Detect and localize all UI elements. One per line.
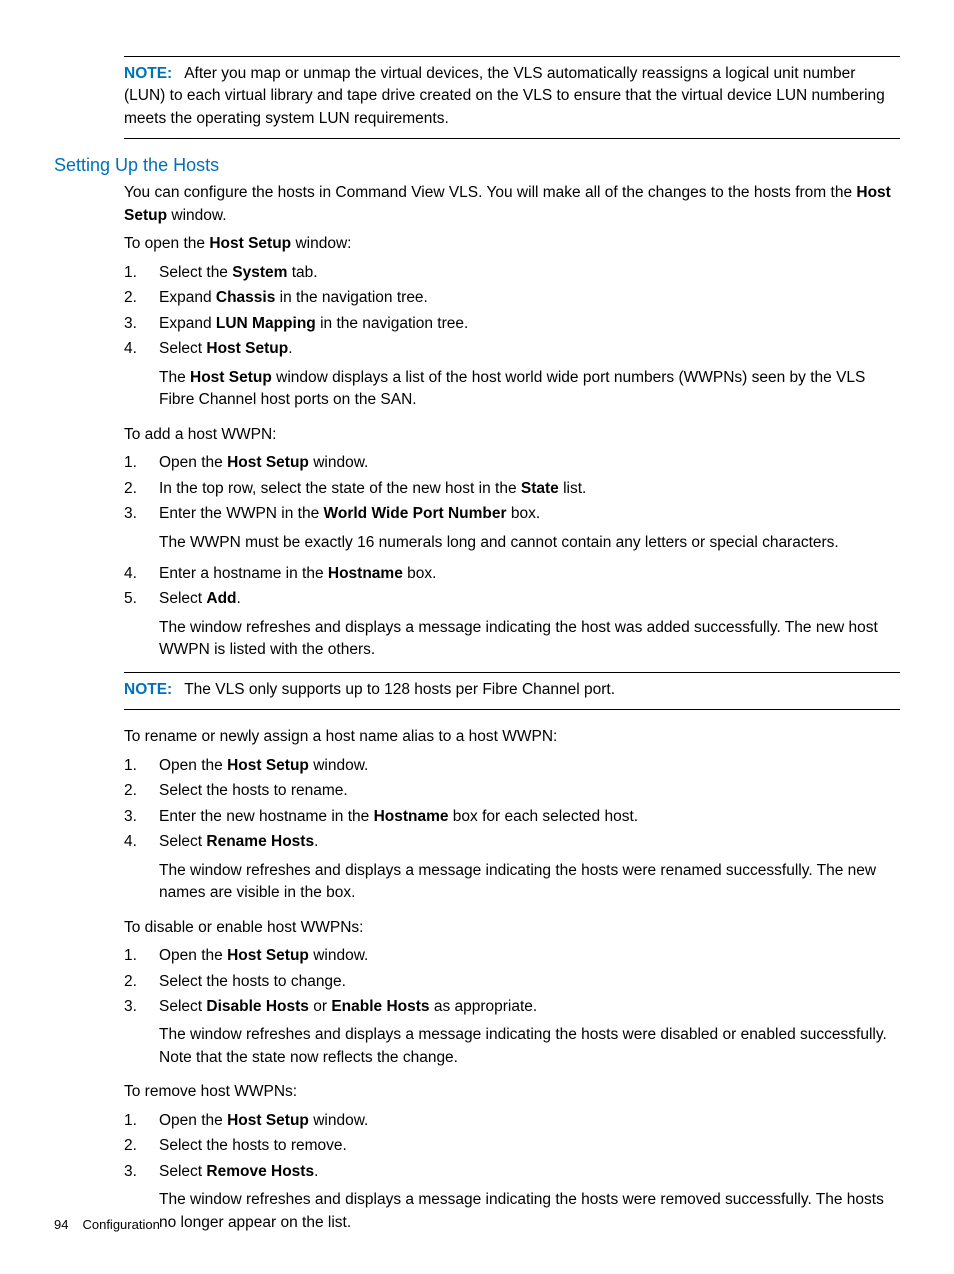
step-number: 3.: [124, 313, 159, 335]
remove-intro: To remove host WWPNs:: [124, 1081, 900, 1103]
step-sub-text: The window refreshes and displays a mess…: [159, 1024, 900, 1069]
step-number: 1.: [124, 452, 159, 474]
list-item: 5.Select Add.The window refreshes and di…: [124, 588, 900, 667]
step-sub-text: The window refreshes and displays a mess…: [159, 860, 900, 905]
step-body: Select the hosts to change.: [159, 971, 900, 993]
open-window-steps: 1.Select the System tab.2.Expand Chassis…: [124, 262, 900, 418]
list-item: 3.Expand LUN Mapping in the navigation t…: [124, 313, 900, 335]
remove-steps: 1.Open the Host Setup window.2.Select th…: [124, 1110, 900, 1240]
step-number: 4.: [124, 338, 159, 417]
list-item: 2.Select the hosts to remove.: [124, 1135, 900, 1157]
step-body: Select the System tab.: [159, 262, 900, 284]
step-body: Enter the WWPN in the World Wide Port Nu…: [159, 503, 900, 560]
step-number: 1.: [124, 1110, 159, 1132]
note-label: NOTE:: [124, 65, 184, 82]
step-sub-text: The window refreshes and displays a mess…: [159, 617, 900, 662]
step-number: 2.: [124, 478, 159, 500]
note-box-1: NOTE:After you map or unmap the virtual …: [124, 56, 900, 139]
step-body: Open the Host Setup window.: [159, 1110, 900, 1132]
rename-intro: To rename or newly assign a host name al…: [124, 726, 900, 748]
step-body: Select Add.The window refreshes and disp…: [159, 588, 900, 667]
list-item: 3.Select Remove Hosts.The window refresh…: [124, 1161, 900, 1240]
document-page: NOTE:After you map or unmap the virtual …: [0, 0, 954, 1274]
step-body: Open the Host Setup window.: [159, 945, 900, 967]
list-item: 4.Select Host Setup.The Host Setup windo…: [124, 338, 900, 417]
list-item: 3.Enter the new hostname in the Hostname…: [124, 806, 900, 828]
note-text: After you map or unmap the virtual devic…: [124, 65, 885, 127]
step-number: 4.: [124, 831, 159, 910]
disable-intro: To disable or enable host WWPNs:: [124, 917, 900, 939]
step-number: 1.: [124, 945, 159, 967]
note-label: NOTE:: [124, 681, 184, 698]
page-footer: 94 Configuration: [54, 1217, 160, 1232]
step-body: Select Disable Hosts or Enable Hosts as …: [159, 996, 900, 1075]
list-item: 1.Select the System tab.: [124, 262, 900, 284]
footer-section: Configuration: [82, 1217, 159, 1232]
step-number: 1.: [124, 755, 159, 777]
step-body: Enter a hostname in the Hostname box.: [159, 563, 900, 585]
step-body: Select the hosts to rename.: [159, 780, 900, 802]
list-item: 1.Open the Host Setup window.: [124, 452, 900, 474]
step-sub-text: The Host Setup window displays a list of…: [159, 367, 900, 412]
step-number: 3.: [124, 806, 159, 828]
step-number: 2.: [124, 287, 159, 309]
step-body: In the top row, select the state of the …: [159, 478, 900, 500]
list-item: 2.In the top row, select the state of th…: [124, 478, 900, 500]
step-body: Select Remove Hosts.The window refreshes…: [159, 1161, 900, 1240]
add-host-steps: 1.Open the Host Setup window.2.In the to…: [124, 452, 900, 668]
step-number: 5.: [124, 588, 159, 667]
step-number: 3.: [124, 996, 159, 1075]
step-body: Open the Host Setup window.: [159, 452, 900, 474]
note-text: The VLS only supports up to 128 hosts pe…: [184, 681, 615, 698]
list-item: 4.Enter a hostname in the Hostname box.: [124, 563, 900, 585]
list-item: 1.Open the Host Setup window.: [124, 755, 900, 777]
list-item: 1.Open the Host Setup window.: [124, 945, 900, 967]
section-heading: Setting Up the Hosts: [54, 155, 900, 176]
list-item: 2.Expand Chassis in the navigation tree.: [124, 287, 900, 309]
step-number: 4.: [124, 563, 159, 585]
rename-steps: 1.Open the Host Setup window.2.Select th…: [124, 755, 900, 911]
step-number: 1.: [124, 262, 159, 284]
note-box-2: NOTE:The VLS only supports up to 128 hos…: [124, 672, 900, 710]
disable-steps: 1.Open the Host Setup window.2.Select th…: [124, 945, 900, 1075]
list-item: 2.Select the hosts to change.: [124, 971, 900, 993]
list-item: 2.Select the hosts to rename.: [124, 780, 900, 802]
content-area: NOTE:After you map or unmap the virtual …: [124, 56, 900, 1240]
step-number: 3.: [124, 503, 159, 560]
intro-paragraph: You can configure the hosts in Command V…: [124, 182, 900, 227]
list-item: 4.Select Rename Hosts.The window refresh…: [124, 831, 900, 910]
open-window-intro: To open the Host Setup window:: [124, 233, 900, 255]
step-number: 2.: [124, 971, 159, 993]
list-item: 3.Select Disable Hosts or Enable Hosts a…: [124, 996, 900, 1075]
list-item: 1.Open the Host Setup window.: [124, 1110, 900, 1132]
step-body: Select Host Setup.The Host Setup window …: [159, 338, 900, 417]
step-body: Expand Chassis in the navigation tree.: [159, 287, 900, 309]
add-host-intro: To add a host WWPN:: [124, 424, 900, 446]
step-sub-text: The window refreshes and displays a mess…: [159, 1189, 900, 1234]
page-number: 94: [54, 1217, 68, 1232]
step-body: Open the Host Setup window.: [159, 755, 900, 777]
list-item: 3.Enter the WWPN in the World Wide Port …: [124, 503, 900, 560]
step-body: Select the hosts to remove.: [159, 1135, 900, 1157]
step-number: 2.: [124, 1135, 159, 1157]
step-number: 2.: [124, 780, 159, 802]
step-body: Expand LUN Mapping in the navigation tre…: [159, 313, 900, 335]
step-body: Select Rename Hosts.The window refreshes…: [159, 831, 900, 910]
step-body: Enter the new hostname in the Hostname b…: [159, 806, 900, 828]
step-sub-text: The WWPN must be exactly 16 numerals lon…: [159, 532, 900, 554]
